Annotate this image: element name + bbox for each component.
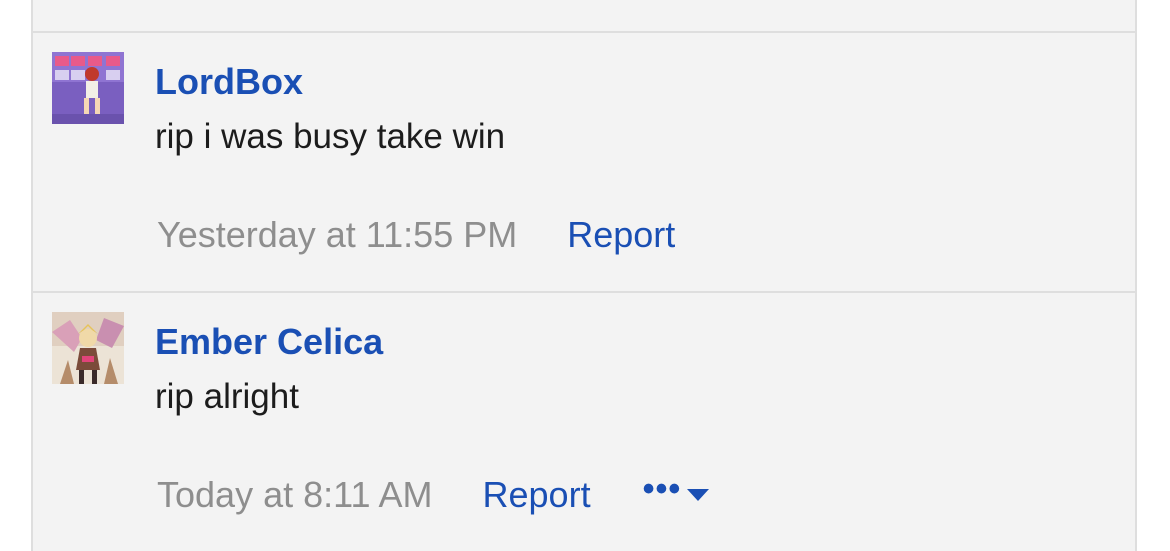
comment-author[interactable]: Ember Celica bbox=[155, 321, 383, 363]
more-options-button[interactable]: ••• bbox=[643, 472, 710, 512]
report-link[interactable]: Report bbox=[567, 214, 675, 256]
user-avatar[interactable] bbox=[52, 312, 124, 384]
comment-item: LordBox rip i was busy take win Yesterda… bbox=[33, 33, 1135, 291]
comment-timestamp[interactable]: Today at 8:11 AM bbox=[157, 474, 433, 516]
comment-item: Ember Celica rip alright Today at 8:11 A… bbox=[33, 293, 1135, 551]
comment-text: rip i was busy take win bbox=[155, 117, 506, 156]
comment-meta: Today at 8:11 AM Report ••• bbox=[157, 472, 710, 516]
user-avatar[interactable] bbox=[52, 52, 124, 124]
comment-text: rip alright bbox=[155, 377, 299, 416]
report-link[interactable]: Report bbox=[483, 474, 591, 516]
comment-meta: Yesterday at 11:55 PM Report bbox=[157, 214, 675, 256]
comment-author[interactable]: LordBox bbox=[155, 61, 303, 103]
caret-down-icon bbox=[687, 489, 710, 501]
comment-timestamp[interactable]: Yesterday at 11:55 PM bbox=[157, 214, 517, 256]
avatar-image bbox=[52, 52, 124, 124]
comment-thread: LordBox rip i was busy take win Yesterda… bbox=[31, 0, 1137, 551]
more-dots-icon: ••• bbox=[642, 470, 682, 508]
avatar-image bbox=[52, 312, 124, 384]
